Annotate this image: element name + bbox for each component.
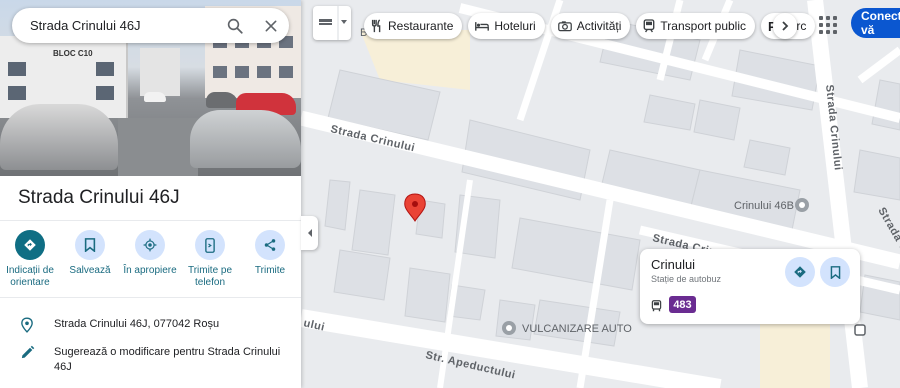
- chevron-left-icon: [307, 229, 312, 237]
- divider: [0, 297, 301, 298]
- save-label: Salvează: [69, 265, 111, 276]
- directions-button[interactable]: Indicații de orientare: [0, 230, 60, 289]
- poi-label-crinului-46b: Crinului 46B: [734, 200, 794, 212]
- chip-activities[interactable]: Activități: [550, 13, 631, 39]
- chip-restaurants-label: Restaurante: [388, 19, 454, 33]
- map-layers-button[interactable]: [313, 6, 351, 40]
- suggest-edit-text: Sugerează o modificare pentru Strada Cri…: [54, 346, 281, 373]
- bus-line-badge[interactable]: 483: [669, 296, 696, 313]
- directions-icon: [794, 266, 806, 278]
- poi-label-vulcanizare: VULCANIZARE AUTO: [522, 323, 632, 335]
- directions-label: Indicații de orientare: [6, 265, 54, 288]
- search-box[interactable]: Strada Crinului 46J: [12, 8, 289, 43]
- send-to-phone-icon: [195, 230, 225, 260]
- nearby-label: În apropiere: [123, 265, 177, 276]
- category-chips: Restaurante Hoteluri Activități Transpor…: [364, 13, 816, 39]
- chip-activities-label: Activități: [576, 19, 622, 33]
- bus-icon: [651, 299, 662, 317]
- address-row[interactable]: Strada Crinului 46J, 077042 Roșu: [0, 317, 301, 333]
- share-icon: [255, 230, 285, 260]
- chips-next-button[interactable]: [773, 13, 797, 39]
- save-button[interactable]: Salvează: [60, 230, 120, 289]
- chip-transit[interactable]: Transport public: [636, 13, 756, 39]
- share-button[interactable]: Trimite: [240, 230, 300, 289]
- stop-name: Crinului: [651, 257, 696, 272]
- signin-button[interactable]: Conectați-vă: [851, 8, 900, 38]
- search-icon[interactable]: [217, 8, 253, 43]
- address-text: Strada Crinului 46J, 077042 Roșu: [54, 318, 220, 330]
- divider: [0, 220, 301, 221]
- bookmark-icon: [830, 265, 840, 279]
- search-input[interactable]: Strada Crinului 46J: [30, 18, 217, 33]
- chevron-right-icon: [782, 21, 789, 31]
- place-title: Strada Crinului 46J: [18, 187, 180, 208]
- nearby-icon: [135, 230, 165, 260]
- train-icon: [644, 19, 655, 33]
- stop-directions-button[interactable]: [785, 257, 815, 287]
- fork-knife-icon: [371, 19, 381, 33]
- action-bar: Indicații de orientare Salvează În aprop…: [0, 230, 301, 289]
- stop-save-button[interactable]: [820, 257, 850, 287]
- photo-sign-text: BLOC C10: [53, 49, 93, 58]
- directions-icon: [15, 230, 45, 260]
- chip-hotels-label: Hoteluri: [494, 19, 536, 33]
- suggest-edit-row[interactable]: Sugerează o modificare pentru Strada Cri…: [0, 345, 301, 375]
- bus-stop-marker-icon: [854, 324, 866, 336]
- chip-restaurants[interactable]: Restaurante: [364, 13, 463, 39]
- camera-icon: [557, 21, 572, 32]
- map-area-sand-2: [760, 320, 830, 388]
- chip-transit-label: Transport public: [660, 19, 747, 33]
- bookmark-icon: [75, 230, 105, 260]
- chip-hotels[interactable]: Hoteluri: [468, 13, 545, 39]
- location-icon: [0, 317, 54, 333]
- close-icon[interactable]: [253, 8, 289, 43]
- bed-icon: [475, 22, 490, 31]
- layers-icon: [319, 6, 347, 40]
- pencil-icon: [0, 345, 54, 375]
- share-label: Trimite: [254, 265, 286, 276]
- collapse-panel-button[interactable]: [301, 216, 318, 250]
- place-panel: BLOC C10 Strada Crinului 46J Strada Crin…: [0, 0, 301, 388]
- send-to-phone-button[interactable]: Trimite pe telefon: [180, 230, 240, 289]
- bus-stop-card[interactable]: Crinului Stație de autobuz 483: [640, 249, 860, 324]
- nearby-button[interactable]: În apropiere: [120, 230, 180, 289]
- send-to-phone-label: Trimite pe telefon: [187, 265, 233, 288]
- apps-grid-icon[interactable]: [816, 13, 838, 35]
- stop-type: Stație de autobuz: [651, 274, 722, 284]
